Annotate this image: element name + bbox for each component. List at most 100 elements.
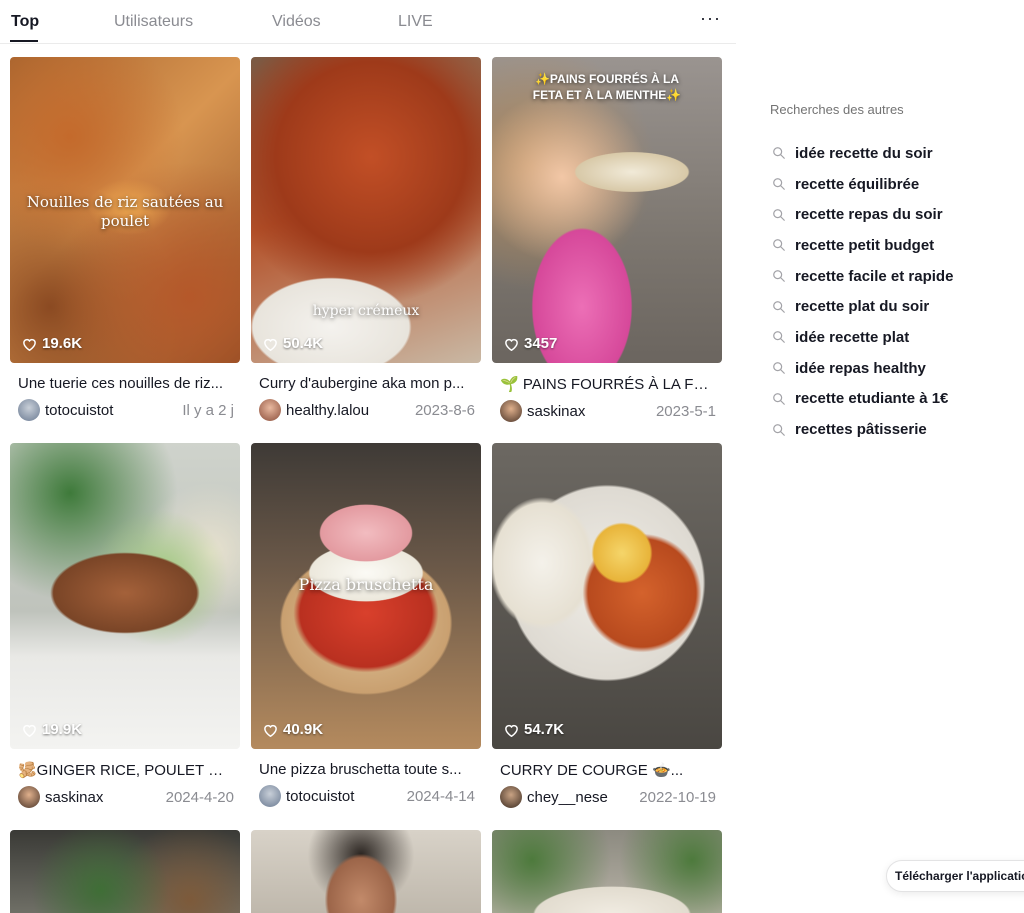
video-thumbnail[interactable]: 54.7K bbox=[492, 443, 722, 749]
related-search-item[interactable]: recettes pâtisserie bbox=[772, 414, 953, 445]
username[interactable]: totocuistot bbox=[45, 402, 182, 419]
like-count-value: 3457 bbox=[524, 335, 558, 352]
username[interactable]: chey__nese bbox=[527, 789, 639, 806]
heart-icon bbox=[264, 338, 277, 351]
related-search-label: recette repas du soir bbox=[795, 206, 943, 224]
related-search-item[interactable]: recette repas du soir bbox=[772, 199, 953, 230]
video-description[interactable]: Curry d'aubergine aka mon p... bbox=[251, 375, 473, 392]
related-search-item[interactable]: idée repas healthy bbox=[772, 353, 953, 384]
video-card[interactable] bbox=[251, 830, 481, 913]
video-description[interactable]: 🌱 PAINS FOURRÉS À LA FE... bbox=[492, 375, 714, 393]
like-count: 50.4K bbox=[263, 335, 323, 352]
search-icon bbox=[773, 362, 785, 375]
search-icon bbox=[773, 300, 785, 313]
video-card[interactable] bbox=[492, 830, 722, 913]
tab-live[interactable]: LIVE bbox=[398, 13, 433, 31]
search-tabs: Top Utilisateurs Vidéos LIVE ··· bbox=[0, 0, 736, 44]
video-description[interactable]: Une tuerie ces nouilles de riz... bbox=[10, 375, 232, 392]
avatar[interactable] bbox=[500, 786, 522, 808]
video-thumbnail[interactable]: 19.9K bbox=[10, 443, 240, 749]
video-thumbnail[interactable] bbox=[251, 830, 481, 913]
tab-users[interactable]: Utilisateurs bbox=[114, 13, 193, 31]
like-count-value: 50.4K bbox=[283, 335, 324, 352]
more-options-button[interactable]: ··· bbox=[700, 8, 721, 29]
video-thumbnail[interactable]: hyper crémeux 50.4K bbox=[251, 57, 481, 363]
video-description[interactable]: Une pizza bruschetta toute s... bbox=[251, 761, 473, 778]
video-card[interactable]: 19.9K 🫚GINGER RICE, POULET MI... saskina… bbox=[10, 443, 240, 808]
video-thumbnail[interactable]: Pizza bruschetta 40.9K bbox=[251, 443, 481, 749]
active-tab-indicator bbox=[10, 40, 38, 42]
video-meta: chey__nese 2022-10-19 bbox=[492, 786, 722, 808]
related-search-item[interactable]: recette plat du soir bbox=[772, 291, 953, 322]
related-search-label: idée recette plat bbox=[795, 328, 910, 346]
like-count: 3457 bbox=[504, 335, 557, 352]
like-count-value: 40.9K bbox=[283, 721, 324, 738]
heart-icon bbox=[505, 724, 518, 737]
video-meta: totocuistot Il y a 2 j bbox=[10, 399, 240, 421]
avatar[interactable] bbox=[18, 399, 40, 421]
tab-videos[interactable]: Vidéos bbox=[272, 13, 321, 31]
related-search-item[interactable]: idée recette plat bbox=[772, 322, 953, 353]
like-count-value: 19.6K bbox=[42, 335, 83, 352]
heart-icon bbox=[23, 338, 36, 351]
related-search-label: recettes pâtisserie bbox=[795, 421, 927, 439]
search-icon bbox=[773, 178, 785, 190]
video-card[interactable]: hyper crémeux 50.4K Curry d'aubergine ak… bbox=[251, 57, 481, 421]
search-icon bbox=[773, 423, 785, 436]
like-count: 19.9K bbox=[22, 721, 82, 738]
like-count: 40.9K bbox=[263, 721, 323, 738]
tab-top[interactable]: Top bbox=[11, 13, 39, 31]
avatar[interactable] bbox=[259, 785, 281, 807]
avatar[interactable] bbox=[500, 400, 522, 422]
related-search-label: idée recette du soir bbox=[795, 144, 933, 162]
related-search-label: recette facile et rapide bbox=[795, 267, 954, 285]
video-thumbnail[interactable]: ✨PAINS FOURRÉS À LA FETA ET À LA MENTHE✨… bbox=[492, 57, 722, 363]
post-date: Il y a 2 j bbox=[182, 401, 234, 419]
video-meta: totocuistot 2024-4-14 bbox=[251, 785, 481, 807]
related-search-item[interactable]: recette etudiante à 1€ bbox=[772, 384, 953, 415]
download-app-button[interactable]: Télécharger l'application bbox=[886, 860, 1024, 892]
heart-icon bbox=[505, 338, 518, 351]
video-description[interactable]: CURRY DE COURGE 🍲... bbox=[492, 761, 714, 779]
heart-icon bbox=[264, 724, 277, 737]
username[interactable]: saskinax bbox=[45, 789, 166, 806]
video-card[interactable] bbox=[10, 830, 240, 913]
related-search-label: recette équilibrée bbox=[795, 175, 920, 193]
video-meta: healthy.lalou 2023-8-6 bbox=[251, 399, 481, 421]
related-search-label: recette plat du soir bbox=[795, 298, 930, 316]
video-overlay-text: ✨PAINS FOURRÉS À LA FETA ET À LA MENTHE✨ bbox=[532, 72, 682, 102]
related-search-label: idée repas healthy bbox=[795, 359, 926, 377]
search-icon bbox=[773, 208, 785, 221]
heart-icon bbox=[23, 724, 36, 737]
avatar[interactable] bbox=[18, 786, 40, 808]
like-count-value: 54.7K bbox=[524, 721, 565, 738]
video-thumbnail[interactable] bbox=[10, 830, 240, 913]
related-search-item[interactable]: recette petit budget bbox=[772, 230, 953, 261]
related-searches-list: idée recette du soir recette équilibrée … bbox=[772, 138, 953, 445]
video-overlay-text: Pizza bruschetta bbox=[298, 575, 434, 594]
username[interactable]: healthy.lalou bbox=[286, 402, 415, 419]
username[interactable]: totocuistot bbox=[286, 788, 407, 805]
post-date: 2024-4-20 bbox=[165, 788, 234, 806]
related-search-item[interactable]: idée recette du soir bbox=[772, 138, 953, 169]
related-search-label: recette etudiante à 1€ bbox=[795, 390, 949, 408]
like-count-value: 19.9K bbox=[42, 721, 83, 738]
video-card[interactable]: Nouilles de riz sautées au poulet 19.6K … bbox=[10, 57, 240, 421]
avatar[interactable] bbox=[259, 399, 281, 421]
related-search-item[interactable]: recette équilibrée bbox=[772, 169, 953, 200]
post-date: 2023-5-1 bbox=[655, 402, 716, 420]
video-card[interactable]: ✨PAINS FOURRÉS À LA FETA ET À LA MENTHE✨… bbox=[492, 57, 722, 422]
search-icon bbox=[773, 331, 785, 344]
related-searches-title: Recherches des autres bbox=[770, 102, 904, 117]
username[interactable]: saskinax bbox=[527, 403, 656, 420]
video-overlay-text: Nouilles de riz sautées au poulet bbox=[26, 193, 224, 230]
video-description[interactable]: 🫚GINGER RICE, POULET MI... bbox=[10, 761, 232, 779]
search-icon bbox=[773, 147, 785, 160]
video-meta: saskinax 2023-5-1 bbox=[492, 400, 722, 422]
video-thumbnail[interactable]: Nouilles de riz sautées au poulet 19.6K bbox=[10, 57, 240, 363]
video-card[interactable]: 54.7K CURRY DE COURGE 🍲... chey__nese 20… bbox=[492, 443, 722, 808]
video-card[interactable]: Pizza bruschetta 40.9K Une pizza brusche… bbox=[251, 443, 481, 807]
video-thumbnail[interactable] bbox=[492, 830, 722, 913]
related-search-item[interactable]: recette facile et rapide bbox=[772, 261, 953, 292]
post-date: 2024-4-14 bbox=[406, 787, 475, 805]
